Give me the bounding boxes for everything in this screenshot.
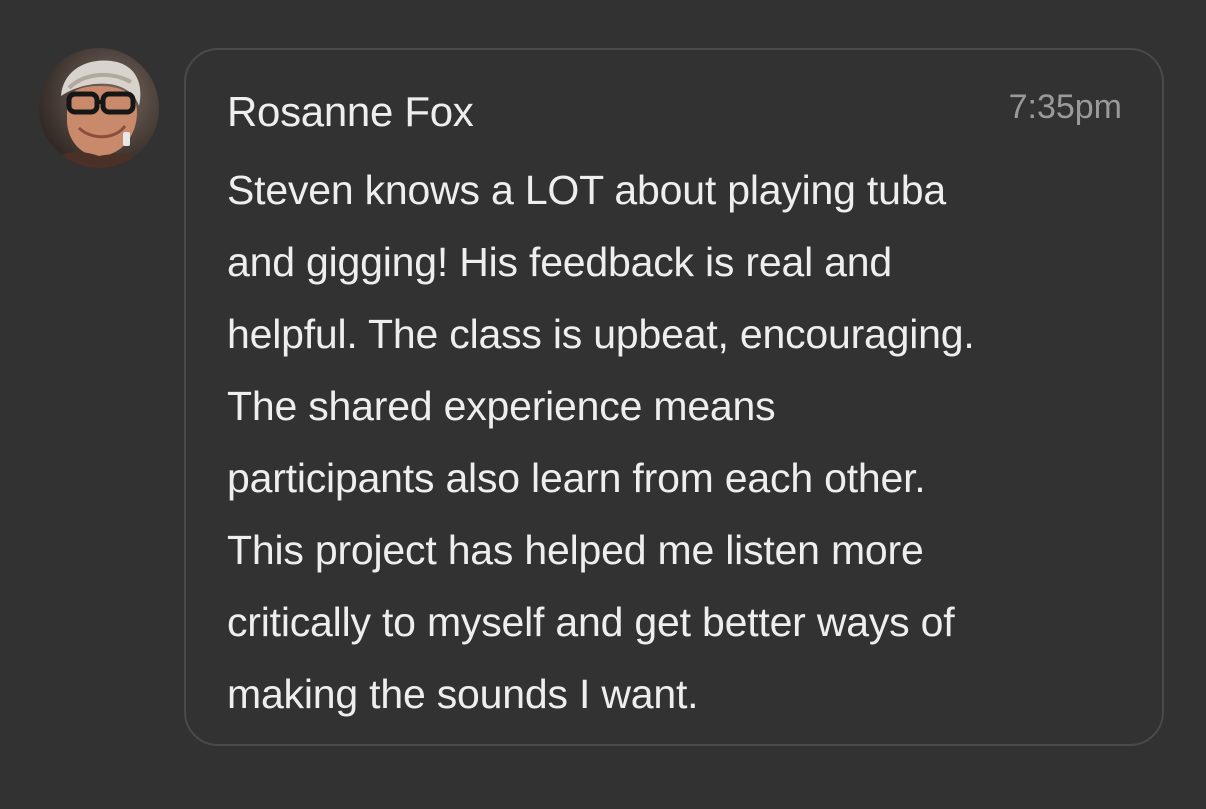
message-line: and gigging! His feedback is real and — [227, 239, 892, 285]
message-line: This project has helped me listen more — [227, 527, 924, 573]
avatar[interactable] — [39, 48, 159, 168]
message-line: helpful. The class is upbeat, encouragin… — [227, 311, 975, 357]
message-timestamp: 7:35pm — [1008, 88, 1122, 126]
message-body: Steven knows a LOT about playing tuba an… — [227, 154, 1127, 730]
message-line: Steven knows a LOT about playing tuba — [227, 167, 946, 213]
message-line: participants also learn from each other. — [227, 455, 926, 501]
author-name[interactable]: Rosanne Fox — [227, 88, 474, 136]
message-line: making the sounds I want. — [227, 671, 699, 717]
message-bubble: Rosanne Fox 7:35pm Steven knows a LOT ab… — [184, 48, 1164, 746]
message-line: critically to myself and get better ways… — [227, 599, 955, 645]
chat-page: Rosanne Fox 7:35pm Steven knows a LOT ab… — [0, 0, 1206, 809]
message-line: The shared experience means — [227, 383, 776, 429]
avatar-photo — [39, 48, 159, 168]
